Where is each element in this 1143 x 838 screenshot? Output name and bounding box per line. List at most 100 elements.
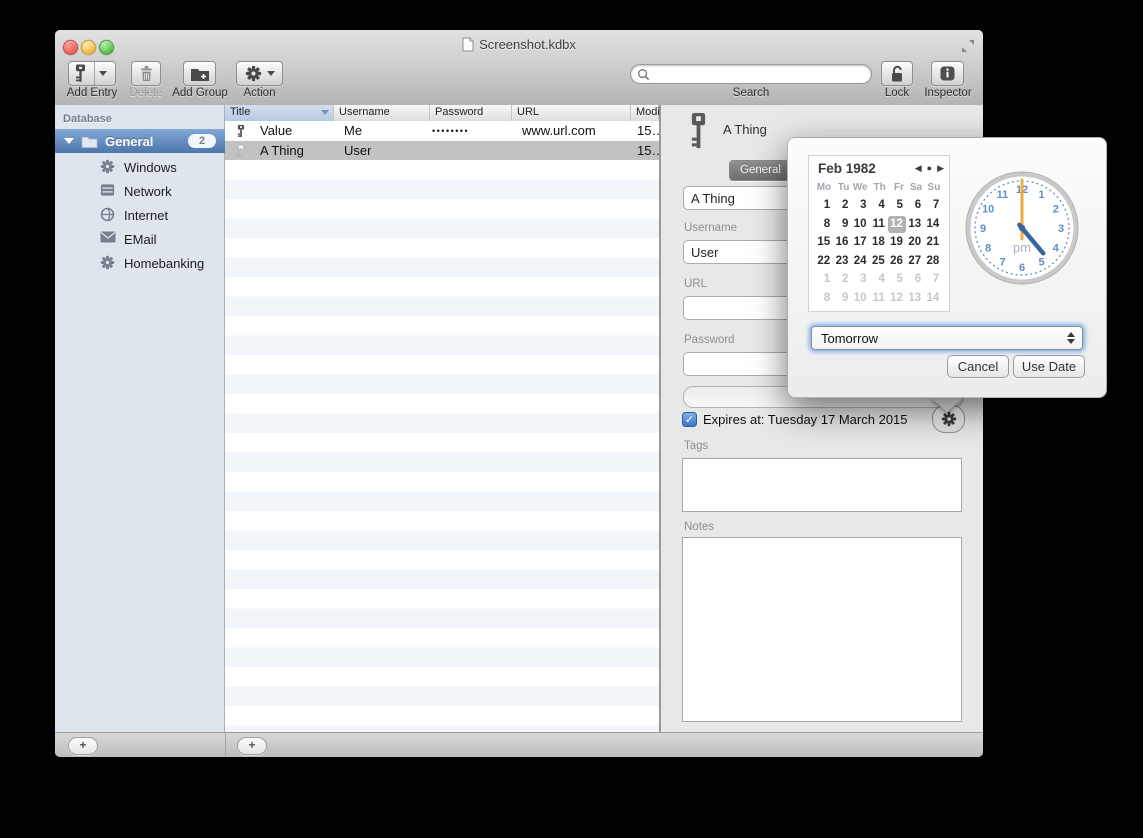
sidebar-item-internet[interactable]: Internet bbox=[55, 203, 225, 227]
password-label: Password bbox=[684, 334, 735, 346]
calendar-day[interactable]: 27 bbox=[906, 253, 924, 270]
calendar-day[interactable]: 14 bbox=[924, 290, 942, 307]
calendar-day[interactable]: 4 bbox=[870, 271, 888, 288]
notes-textarea[interactable] bbox=[682, 537, 962, 722]
svg-text:10: 10 bbox=[982, 203, 994, 215]
calendar-day[interactable]: 14 bbox=[924, 216, 942, 233]
action-button[interactable] bbox=[236, 61, 283, 86]
svg-text:4: 4 bbox=[1053, 242, 1060, 254]
add-group-plus-button[interactable]: + bbox=[68, 737, 98, 755]
use-date-button[interactable]: Use Date bbox=[1013, 355, 1085, 378]
username-label: Username bbox=[684, 222, 737, 234]
calendar-day[interactable]: 17 bbox=[851, 234, 869, 251]
calendar-day[interactable]: 2 bbox=[833, 197, 851, 214]
calendar-day[interactable]: 22 bbox=[815, 253, 833, 270]
calendar-day[interactable]: 28 bbox=[924, 253, 942, 270]
calendar-day[interactable]: 8 bbox=[815, 216, 833, 233]
calendar-day[interactable]: 10 bbox=[851, 290, 869, 307]
sidebar-item-network[interactable]: Network bbox=[55, 179, 225, 203]
calendar-day[interactable]: 7 bbox=[924, 271, 942, 288]
delete-button[interactable] bbox=[131, 61, 161, 86]
cell-title: A Thing bbox=[260, 141, 304, 161]
column-header-password[interactable]: Password bbox=[430, 105, 512, 121]
entry-list-body[interactable]: ValueMe••••••••www.url.com15…A Thing User… bbox=[225, 121, 659, 732]
clock-center-pin bbox=[1019, 225, 1025, 231]
today-dot-icon[interactable]: ● bbox=[927, 163, 932, 174]
search-field[interactable] bbox=[630, 64, 872, 84]
calendar-day[interactable]: 18 bbox=[870, 234, 888, 251]
column-header-modi[interactable]: Modi… bbox=[631, 105, 659, 121]
sidebar-item-email[interactable]: EMail bbox=[55, 227, 225, 251]
expires-checkbox[interactable]: ✓ bbox=[682, 412, 697, 427]
popover-arrow bbox=[930, 397, 964, 412]
calendar-day[interactable]: 13 bbox=[906, 216, 924, 233]
calendar-day[interactable]: 7 bbox=[924, 197, 942, 214]
column-header-url[interactable]: URL bbox=[512, 105, 631, 121]
next-month-icon[interactable]: ▶ bbox=[937, 163, 944, 174]
search-label: Search bbox=[630, 87, 872, 101]
calendar-day[interactable]: 10 bbox=[851, 216, 869, 233]
add-group-button[interactable] bbox=[183, 61, 216, 86]
calendar-day[interactable]: 25 bbox=[870, 253, 888, 270]
date-picker-popover: Feb 1982 ◀ ● ▶ MoTuWeThFrSaSu 1234567891… bbox=[787, 137, 1107, 413]
sidebar-item-windows[interactable]: Windows bbox=[55, 155, 225, 179]
entry-key-icon bbox=[689, 112, 708, 150]
calendar-day[interactable]: 20 bbox=[906, 234, 924, 251]
sidebar-item-label: Network bbox=[124, 184, 172, 199]
calendar-day[interactable]: 8 bbox=[815, 290, 833, 307]
calendar-day[interactable]: 1 bbox=[815, 271, 833, 288]
calendar-month-title: Feb 1982 bbox=[818, 161, 876, 176]
globe-icon bbox=[100, 207, 116, 223]
column-header-username[interactable]: Username bbox=[334, 105, 430, 121]
calendar-day[interactable]: 24 bbox=[851, 253, 869, 270]
calendar-day[interactable]: 6 bbox=[906, 271, 924, 288]
fullscreen-icon[interactable] bbox=[961, 39, 975, 53]
prev-month-icon[interactable]: ◀ bbox=[915, 163, 922, 174]
inspector-button[interactable] bbox=[931, 61, 964, 86]
calendar-day[interactable]: 4 bbox=[870, 197, 888, 214]
calendar-day[interactable]: 6 bbox=[906, 197, 924, 214]
info-icon bbox=[940, 66, 955, 81]
svg-text:6: 6 bbox=[1019, 262, 1025, 274]
cancel-button[interactable]: Cancel bbox=[947, 355, 1009, 378]
calendar-day[interactable]: 2 bbox=[833, 271, 851, 288]
calendar-day[interactable]: 15 bbox=[815, 234, 833, 251]
entry-row-a-thing[interactable]: A ThingUser15… bbox=[225, 141, 659, 161]
calendar-day[interactable]: 1 bbox=[815, 197, 833, 214]
url-label: URL bbox=[684, 278, 707, 290]
expiry-preset-select[interactable]: Tomorrow bbox=[811, 326, 1083, 350]
calendar-day[interactable]: 11 bbox=[870, 290, 888, 307]
calendar-day-selected[interactable]: 12 bbox=[888, 216, 906, 233]
calendar-day[interactable]: 3 bbox=[851, 197, 869, 214]
calendar-day[interactable]: 13 bbox=[906, 290, 924, 307]
calendar-day[interactable]: 12 bbox=[888, 290, 906, 307]
svg-text:2: 2 bbox=[1053, 203, 1059, 215]
cell-username: User bbox=[344, 141, 371, 161]
calendar-day[interactable]: 5 bbox=[888, 197, 906, 214]
calendar-day[interactable]: 5 bbox=[888, 271, 906, 288]
add-entry-plus-button[interactable]: + bbox=[237, 737, 267, 755]
gear-icon bbox=[100, 159, 116, 175]
calendar-day[interactable]: 21 bbox=[924, 234, 942, 251]
column-header-title[interactable]: Title bbox=[225, 105, 334, 121]
calendar-day[interactable]: 3 bbox=[851, 271, 869, 288]
calendar-day[interactable]: 16 bbox=[833, 234, 851, 251]
calendar-grid: 1234567891011121314151617181920212223242… bbox=[815, 197, 942, 309]
calendar-day[interactable]: 26 bbox=[888, 253, 906, 270]
calendar-day[interactable]: 19 bbox=[888, 234, 906, 251]
disclosure-triangle-icon[interactable] bbox=[64, 138, 74, 144]
calendar-day[interactable]: 23 bbox=[833, 253, 851, 270]
chevron-down-icon bbox=[267, 71, 275, 76]
sidebar-item-homebanking[interactable]: Homebanking bbox=[55, 251, 225, 275]
tab-general[interactable]: General bbox=[730, 161, 791, 180]
tags-textarea[interactable] bbox=[682, 458, 962, 512]
cell-title: Value bbox=[260, 121, 292, 141]
search-input[interactable] bbox=[654, 66, 871, 82]
calendar-day[interactable]: 11 bbox=[870, 216, 888, 233]
sidebar-group-general[interactable]: General 2 bbox=[55, 129, 225, 153]
calendar-day[interactable]: 9 bbox=[833, 290, 851, 307]
calendar-day[interactable]: 9 bbox=[833, 216, 851, 233]
add-entry-button[interactable] bbox=[68, 61, 116, 86]
entry-row-value[interactable]: ValueMe••••••••www.url.com15… bbox=[225, 121, 659, 141]
lock-button[interactable] bbox=[881, 61, 913, 86]
